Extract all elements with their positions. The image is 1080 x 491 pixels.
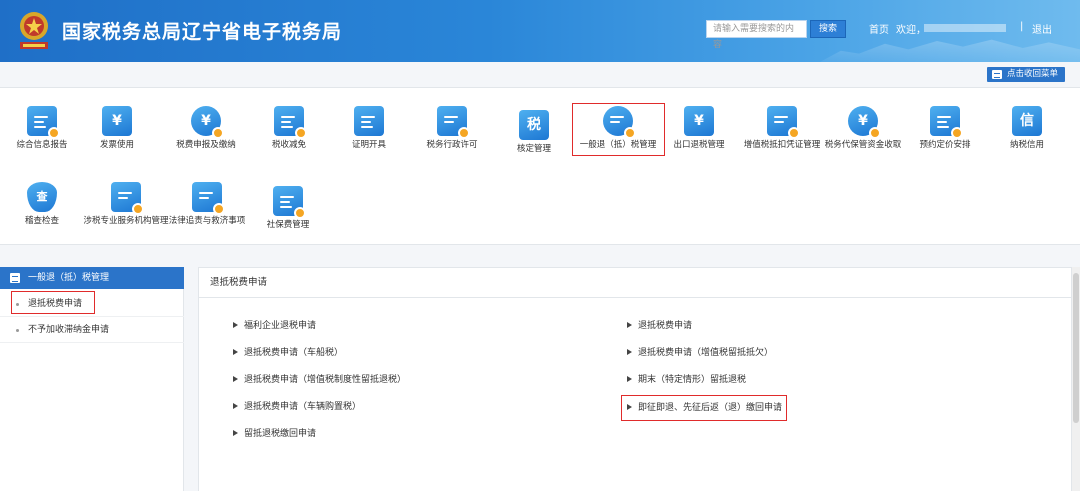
link-vat-offset-arrears[interactable]: 退抵税费申请（增值税留抵抵欠）: [627, 347, 773, 359]
nav-home-link[interactable]: 首页: [869, 21, 889, 36]
arrow-right-icon: [233, 430, 238, 436]
collapse-menu-button[interactable]: 点击收回菜单: [987, 67, 1065, 82]
arrow-right-icon: [627, 322, 632, 328]
export-refund-icon: ¥: [684, 106, 714, 136]
tile-label: 证明开具: [351, 140, 386, 150]
nav-username-redacted: [924, 24, 1006, 32]
pricing-agreement-icon: [930, 106, 963, 139]
search-button[interactable]: 搜索: [810, 20, 846, 38]
link-vat-institutional-refund[interactable]: 退抵税费申请（增值税制度性留抵退税）: [233, 374, 406, 386]
arrow-right-icon: [627, 376, 632, 382]
tile-label: 综合信息报告: [16, 140, 68, 150]
tile-legal[interactable]: 法律追责与救济事项: [162, 182, 252, 227]
tile-pricing-agreement[interactable]: 预约定价安排: [903, 106, 987, 151]
certificate-icon: [354, 106, 384, 136]
tile-label: 税务代保管资金收取: [824, 140, 902, 150]
tile-credit[interactable]: 信 纳税信用: [985, 106, 1069, 151]
agency-icon: [111, 182, 144, 215]
tile-social-security[interactable]: 社保费管理: [246, 186, 330, 231]
tile-permit[interactable]: 税务行政许可: [410, 106, 494, 151]
collapse-menu-label: 点击收回菜单: [1007, 69, 1059, 79]
arrow-right-icon: [627, 349, 632, 355]
tile-custody-fund[interactable]: ¥ 税务代保管资金收取: [821, 106, 905, 151]
tile-tax-relief[interactable]: 税收减免: [247, 106, 331, 151]
credit-icon: 信: [1012, 106, 1042, 136]
tile-label: 发票使用: [99, 140, 134, 150]
link-vehicle-purchase-tax[interactable]: 退抵税费申请（车辆购置税）: [233, 401, 361, 413]
tile-label: 纳税信用: [1009, 140, 1044, 150]
tile-tax-payment[interactable]: ¥ 税费申报及缴纳: [164, 106, 248, 151]
search-input[interactable]: 请输入需要搜索的内容: [706, 20, 807, 50]
social-security-icon: [273, 186, 306, 219]
link-retained-refund-return[interactable]: 留抵退税缴回申请: [233, 428, 316, 440]
report-icon: [27, 106, 60, 139]
nav-logout-link[interactable]: 退出: [1032, 21, 1052, 36]
scrollbar[interactable]: [1072, 267, 1080, 491]
arrow-right-icon: [233, 349, 238, 355]
tile-report[interactable]: 综合信息报告: [0, 106, 84, 151]
legal-icon: [192, 182, 225, 215]
tile-label: 涉税专业服务机构管理: [83, 216, 169, 226]
tile-invoice[interactable]: ¥ 发票使用: [75, 106, 159, 151]
nav-separator: |: [1020, 21, 1024, 32]
tile-label: 稽查检查: [24, 216, 59, 226]
link-period-end-refund[interactable]: 期末（特定情形）留抵退税: [627, 374, 746, 386]
collapse-icon: [992, 70, 1002, 79]
tile-label: 增值税抵扣凭证管理: [743, 140, 821, 150]
arrow-right-icon: [233, 403, 238, 409]
assessment-icon: 税: [519, 110, 549, 140]
highlight-box-return-link: [621, 395, 787, 421]
sidebar-item-label: 不予加收滞纳金申请: [28, 325, 110, 335]
highlight-box-sidebar-item: [11, 291, 95, 314]
inspection-icon: 查: [27, 182, 57, 212]
tax-payment-icon: ¥: [191, 106, 224, 139]
tile-label: 预约定价安排: [919, 140, 971, 150]
header-decoration: [820, 39, 1080, 62]
tile-label: 社保费管理: [266, 220, 310, 230]
highlight-box-refund-tile: [572, 103, 665, 156]
tile-label: 核定管理: [516, 144, 551, 154]
tile-agency[interactable]: 涉税专业服务机构管理: [81, 182, 171, 227]
page-title: 退抵税费申请: [199, 268, 1071, 298]
tile-label: 税收减免: [271, 140, 306, 150]
vat-deduction-icon: [767, 106, 800, 139]
tile-label: 出口退税管理: [673, 140, 725, 150]
tile-inspection[interactable]: 查 稽查检查: [0, 182, 84, 227]
sidebar-header: 一般退（抵）税管理: [0, 267, 184, 289]
link-welfare-refund[interactable]: 福利企业退税申请: [233, 320, 316, 332]
tile-label: 法律追责与救济事项: [168, 216, 246, 226]
link-refund-application[interactable]: 退抵税费申请: [627, 320, 692, 332]
nav-welcome-text: 欢迎，: [896, 25, 926, 36]
sidebar-title: 一般退（抵）税管理: [28, 273, 110, 283]
permit-icon: [437, 106, 470, 139]
link-vessel-tax[interactable]: 退抵税费申请（车船税）: [233, 347, 343, 359]
tile-assessment[interactable]: 税 核定管理: [492, 110, 576, 155]
site-title: 国家税务总局辽宁省电子税务局: [62, 21, 343, 43]
tile-vat-deduction[interactable]: 增值税抵扣凭证管理: [740, 106, 824, 151]
site-header: 国家税务总局辽宁省电子税务局 请输入需要搜索的内容 搜索 首页 欢迎， | 退出: [0, 0, 1080, 62]
sidebar-item-late-fee-waiver[interactable]: 不予加收滞纳金申请: [0, 317, 184, 343]
arrow-right-icon: [233, 376, 238, 382]
bullet-icon: [16, 329, 19, 332]
custody-fund-icon: ¥: [848, 106, 881, 139]
tile-label: 税费申报及缴纳: [176, 140, 236, 150]
menu-icon: [10, 273, 20, 283]
tax-relief-icon: [274, 106, 307, 139]
scrollbar-thumb[interactable]: [1073, 273, 1079, 423]
tile-certificate[interactable]: 证明开具: [327, 106, 411, 151]
tax-emblem-icon: [20, 12, 48, 49]
tile-label: 税务行政许可: [426, 140, 478, 150]
tile-export-refund[interactable]: ¥ 出口退税管理: [657, 106, 741, 151]
invoice-icon: ¥: [102, 106, 132, 136]
arrow-right-icon: [233, 322, 238, 328]
